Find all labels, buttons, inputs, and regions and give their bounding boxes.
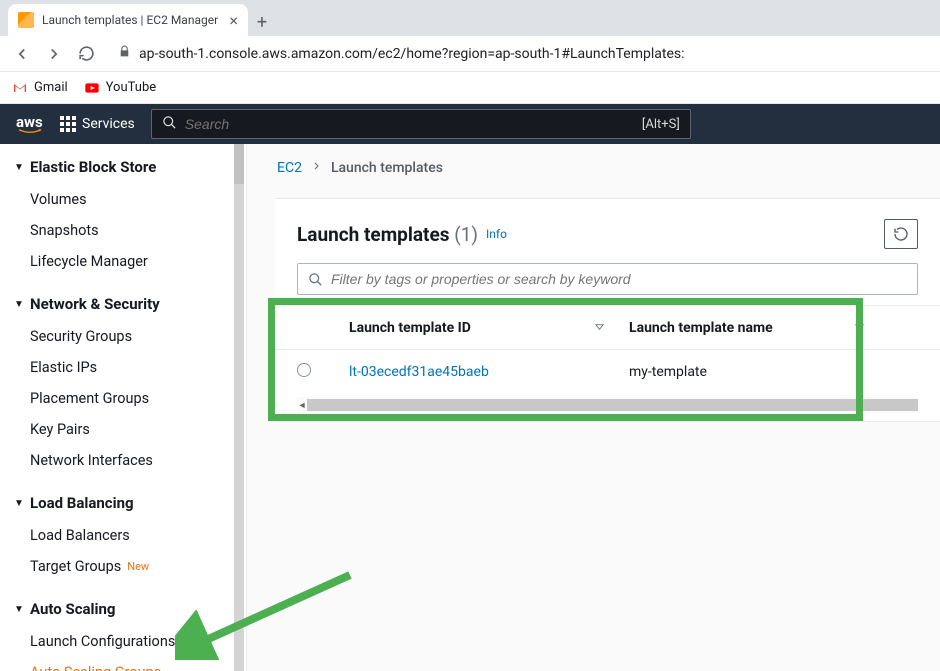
aws-logo[interactable]: aws	[16, 115, 44, 134]
aws-header: aws Services [Alt+S]	[0, 104, 940, 144]
breadcrumb-root-link[interactable]: EC2	[277, 160, 302, 176]
bookmark-gmail[interactable]: Gmail	[12, 80, 68, 96]
new-tab-button[interactable]: +	[248, 8, 276, 36]
table-row[interactable]: lt-03ecedf31ae45baeb my-template	[275, 349, 940, 393]
sidebar-item-volumes[interactable]: Volumes	[0, 184, 246, 215]
nav-heading-load-balancing[interactable]: Load Balancing	[0, 484, 246, 520]
browser-tab[interactable]: Launch templates | EC2 Manager ×	[8, 4, 248, 36]
refresh-button[interactable]	[884, 219, 918, 249]
template-id-link[interactable]: lt-03ecedf31ae45baeb	[349, 364, 489, 380]
bookmark-label: Gmail	[34, 80, 68, 95]
global-search[interactable]: [Alt+S]	[151, 109, 691, 139]
nav-heading-ebs[interactable]: Elastic Block Store	[0, 148, 246, 184]
panel-count: (1)	[454, 223, 478, 246]
search-input[interactable]	[185, 116, 634, 132]
sidebar-item-elastic-ips[interactable]: Elastic IPs	[0, 352, 246, 383]
sidebar-item-auto-scaling-groups[interactable]: Auto Scaling Groups	[0, 657, 246, 671]
browser-toolbar: ap-south-1.console.aws.amazon.com/ec2/ho…	[0, 36, 940, 72]
sidebar-scrollbar[interactable]	[232, 144, 246, 671]
lock-icon	[118, 45, 131, 62]
bookmark-youtube[interactable]: YouTube	[84, 80, 157, 96]
sidebar-item-launch-configurations[interactable]: Launch Configurations	[0, 626, 246, 657]
sidebar-item-load-balancers[interactable]: Load Balancers	[0, 520, 246, 551]
sort-icon[interactable]	[594, 320, 629, 336]
grid-icon	[60, 116, 76, 132]
bookmarks-bar: Gmail YouTube	[0, 72, 940, 104]
breadcrumb-current: Launch templates	[331, 160, 443, 176]
sidebar-item-network-interfaces[interactable]: Network Interfaces	[0, 445, 246, 476]
search-icon	[308, 272, 323, 287]
templates-table: Launch template ID Launch template name	[275, 305, 940, 413]
sidebar-nav: Elastic Block Store Volumes Snapshots Li…	[0, 144, 247, 671]
refresh-icon	[893, 226, 909, 242]
sidebar-item-target-groups[interactable]: Target GroupsNew	[0, 551, 246, 582]
new-badge: New	[127, 560, 149, 573]
services-button[interactable]: Services	[60, 116, 135, 132]
column-header-name[interactable]: Launch template name	[629, 320, 889, 336]
address-url: ap-south-1.console.aws.amazon.com/ec2/ho…	[139, 46, 685, 62]
bookmark-label: YouTube	[106, 80, 157, 95]
table-horizontal-scrollbar[interactable]: ◄	[297, 397, 918, 413]
filter-input[interactable]	[297, 263, 918, 295]
youtube-icon	[84, 80, 100, 96]
sidebar-item-placement-groups[interactable]: Placement Groups	[0, 383, 246, 414]
sort-icon[interactable]	[854, 320, 889, 336]
info-link[interactable]: Info	[486, 227, 507, 241]
nav-heading-network[interactable]: Network & Security	[0, 285, 246, 321]
panel-title: Launch templates (1)	[297, 223, 478, 246]
chevron-right-icon	[312, 160, 321, 176]
aws-favicon	[18, 12, 34, 28]
browser-tabs: Launch templates | EC2 Manager × +	[0, 0, 940, 36]
sidebar-item-lifecycle[interactable]: Lifecycle Manager	[0, 246, 246, 277]
table-header-row: Launch template ID Launch template name	[275, 305, 940, 349]
tab-title: Launch templates | EC2 Manager	[42, 13, 218, 27]
close-icon[interactable]: ×	[229, 11, 238, 30]
sidebar-item-security-groups[interactable]: Security Groups	[0, 321, 246, 352]
breadcrumb: EC2 Launch templates	[275, 160, 940, 176]
template-name-cell: my-template	[629, 364, 707, 380]
content-area: EC2 Launch templates Launch templates (1…	[247, 144, 940, 671]
forward-button[interactable]	[44, 44, 64, 64]
filter-input-field[interactable]	[331, 271, 907, 287]
row-select-radio[interactable]	[297, 363, 311, 377]
sidebar-item-key-pairs[interactable]: Key Pairs	[0, 414, 246, 445]
launch-templates-panel: Launch templates (1) Info Launc	[275, 198, 940, 422]
gmail-icon	[12, 80, 28, 96]
search-shortcut-hint: [Alt+S]	[642, 117, 680, 132]
services-label: Services	[82, 116, 135, 132]
sidebar-item-snapshots[interactable]: Snapshots	[0, 215, 246, 246]
scroll-left-icon[interactable]: ◄	[297, 399, 307, 411]
column-header-id[interactable]: Launch template ID	[329, 320, 629, 336]
search-icon	[162, 115, 177, 134]
back-button[interactable]	[12, 44, 32, 64]
reload-button[interactable]	[76, 44, 96, 64]
nav-heading-auto-scaling[interactable]: Auto Scaling	[0, 590, 246, 626]
address-bar[interactable]: ap-south-1.console.aws.amazon.com/ec2/ho…	[108, 40, 928, 68]
